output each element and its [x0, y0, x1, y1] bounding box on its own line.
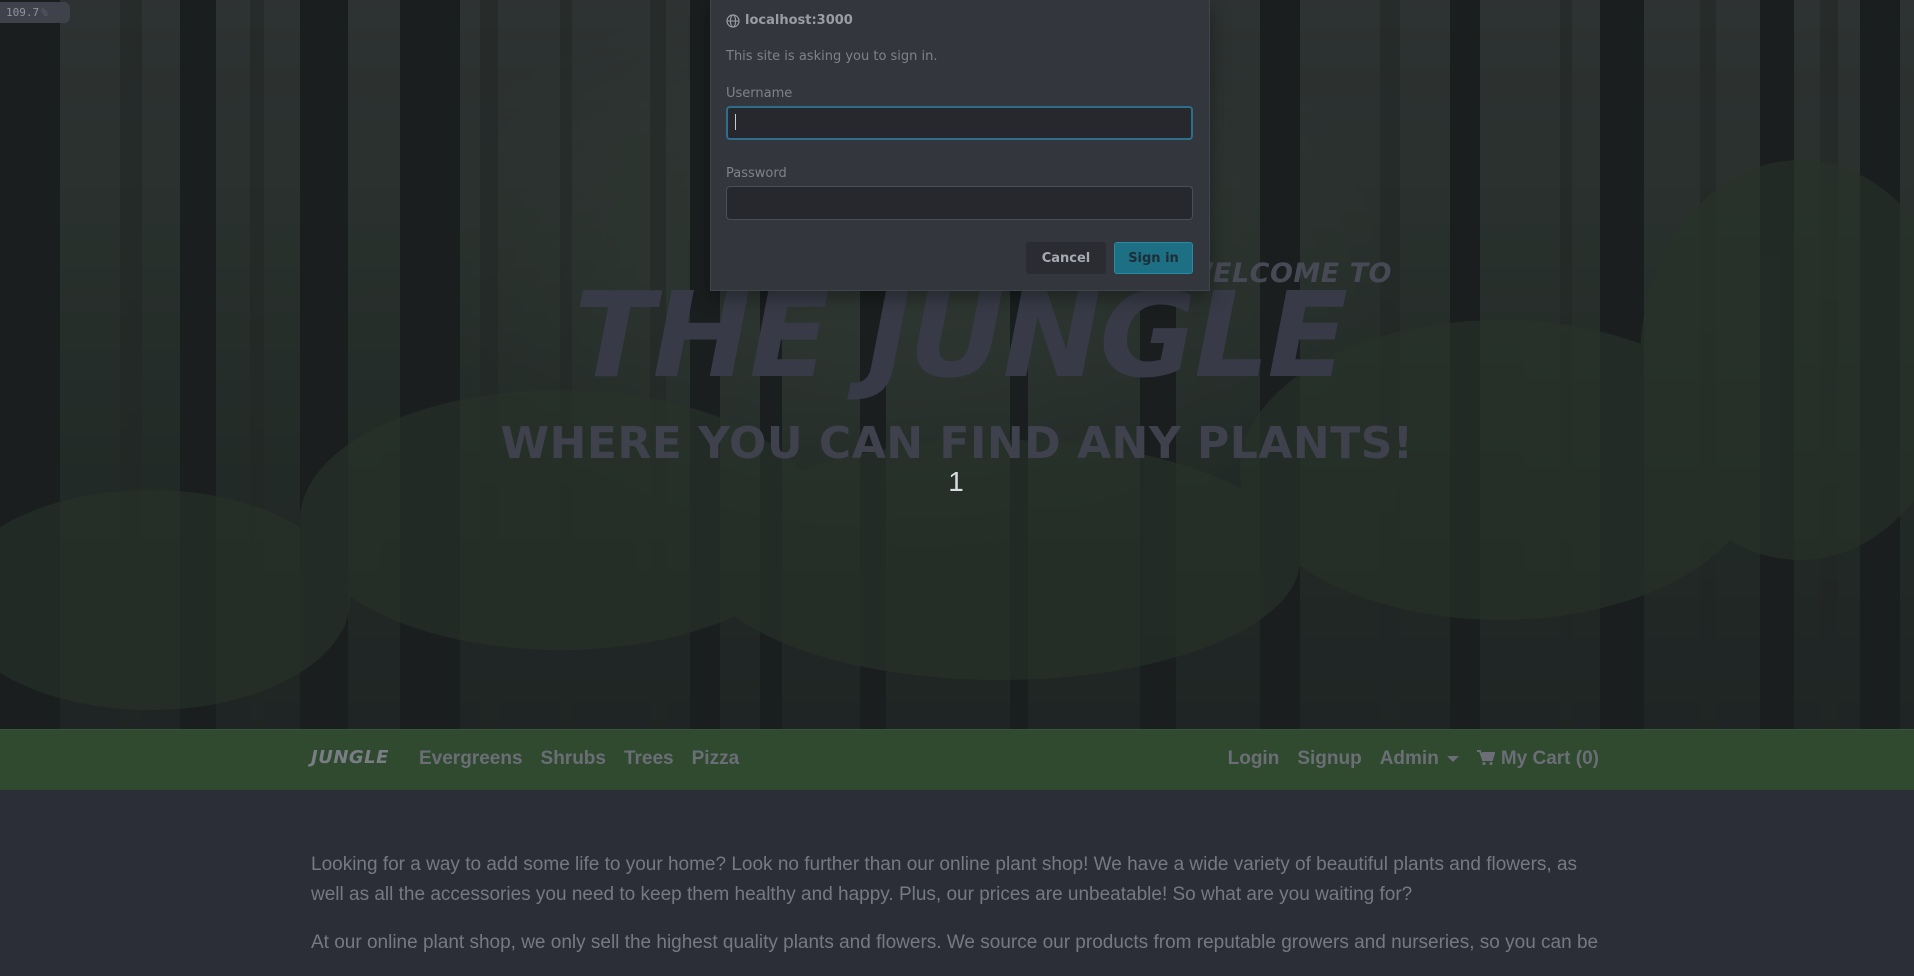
http-auth-dialog: localhost:3000 This site is asking you t… [710, 0, 1210, 291]
dialog-origin: localhost:3000 [726, 13, 853, 28]
text-cursor [735, 114, 736, 130]
admin-label: Admin [1379, 748, 1439, 769]
cart-label: My Cart (0) [1500, 748, 1599, 769]
username-label: Username [726, 86, 793, 101]
brand-logo[interactable]: JUNGLE [311, 747, 389, 768]
intro-paragraph: At our online plant shop, we only sell t… [311, 932, 1599, 953]
nav-link-shrubs[interactable]: Shrubs [541, 748, 606, 770]
main-navbar: JUNGLE Evergreens Shrubs Trees Pizza Log… [0, 729, 1914, 790]
hero-tagline: WHERE YOU CAN FIND ANY PLANTS! [500, 418, 1414, 469]
intro-paragraph: Looking for a way to add some life to yo… [311, 854, 1578, 905]
cancel-button[interactable]: Cancel [1026, 242, 1106, 274]
intro-content: Looking for a way to add some life to yo… [311, 850, 1603, 976]
zoom-indicator: 109.7% [0, 2, 70, 23]
sign-in-button[interactable]: Sign in [1114, 242, 1193, 274]
hero-counter: 1 [948, 466, 964, 497]
nav-link-evergreens[interactable]: Evergreens [419, 748, 523, 770]
nav-link-trees[interactable]: Trees [624, 748, 674, 770]
signup-link[interactable]: Signup [1297, 748, 1361, 770]
password-field[interactable] [726, 186, 1193, 220]
dialog-origin-text: localhost:3000 [745, 13, 853, 28]
globe-icon [726, 13, 740, 28]
account-links: Login Signup Admin My Cart (0) [1228, 748, 1599, 770]
username-field[interactable] [726, 106, 1193, 140]
dialog-message: This site is asking you to sign in. [726, 49, 938, 64]
category-links: Evergreens Shrubs Trees Pizza [419, 748, 739, 770]
admin-dropdown[interactable]: Admin [1380, 748, 1459, 770]
zoom-value: 109.7 [6, 6, 40, 19]
caret-down-icon [1446, 755, 1459, 762]
cart-link[interactable]: My Cart (0) [1476, 748, 1599, 770]
cart-icon [1476, 750, 1495, 766]
login-link[interactable]: Login [1228, 748, 1280, 770]
zoom-unit: % [41, 6, 48, 19]
nav-link-pizza[interactable]: Pizza [692, 748, 740, 770]
password-label: Password [726, 166, 787, 181]
